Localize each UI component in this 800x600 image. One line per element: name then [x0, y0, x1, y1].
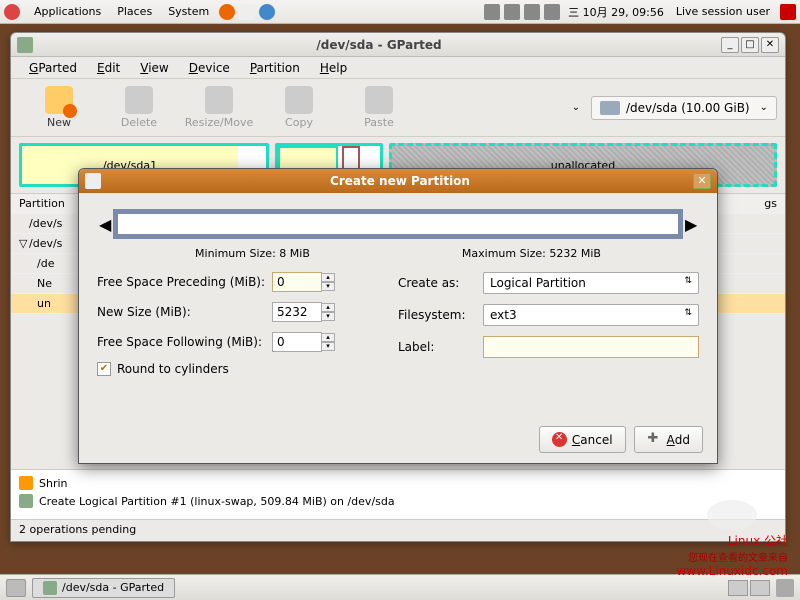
- menubar: GParted Edit View Device Partition Help: [11, 57, 785, 79]
- watermark: Linux 公社 您现在查看的文章来自 www.Linuxidc.com: [677, 500, 788, 578]
- following-label: Free Space Following (MiB):: [97, 335, 272, 349]
- round-checkbox[interactable]: ✔: [97, 362, 111, 376]
- min-size-label: Minimum Size: 8 MiB: [195, 247, 310, 260]
- places-menu[interactable]: Places: [109, 5, 160, 18]
- close-button[interactable]: ✕: [761, 37, 779, 53]
- hdd-icon: [600, 101, 620, 115]
- volume-icon[interactable]: [544, 4, 560, 20]
- create-op-icon: [19, 494, 33, 508]
- window-title: /dev/sda - GParted: [39, 38, 719, 52]
- delete-icon: [125, 86, 153, 114]
- window-icon: [17, 37, 33, 53]
- device-label: /dev/sda (10.00 GiB): [626, 101, 750, 115]
- slider-track[interactable]: [113, 209, 683, 239]
- dialog-titlebar[interactable]: Create new Partition ✕: [79, 169, 717, 193]
- chevron-updown-icon: ⇅: [684, 276, 692, 290]
- resize-button: Resize/Move: [179, 86, 259, 129]
- device-selector[interactable]: /dev/sda (10.00 GiB) ⌄: [591, 96, 777, 120]
- operation-row[interactable]: Create Logical Partition #1 (linux-swap,…: [19, 492, 777, 510]
- toolbar: New Delete Resize/Move Copy Paste ⌄ /dev…: [11, 79, 785, 137]
- system-menu[interactable]: System: [160, 5, 217, 18]
- show-desktop-button[interactable]: [6, 579, 26, 597]
- paste-icon: [365, 86, 393, 114]
- user-menu[interactable]: Live session user: [670, 5, 776, 18]
- firefox-icon[interactable]: [219, 4, 235, 20]
- gparted-icon: [43, 581, 57, 595]
- applications-menu[interactable]: Applications: [26, 5, 109, 18]
- following-input[interactable]: [272, 332, 322, 352]
- new-icon: [45, 86, 73, 114]
- menu-gparted[interactable]: GParted: [19, 61, 87, 75]
- mail-icon[interactable]: [239, 4, 255, 20]
- operation-row[interactable]: Shrin: [19, 474, 777, 492]
- newsize-input[interactable]: [272, 302, 322, 322]
- createas-label: Create as:: [398, 276, 483, 290]
- clock[interactable]: 三 10月 29, 09:56: [562, 4, 670, 20]
- dialog-title: Create new Partition: [107, 174, 693, 188]
- dialog-form: Free Space Preceding (MiB): ▴▾ New Size …: [79, 272, 717, 386]
- slider-handle-right[interactable]: ▶: [685, 215, 697, 234]
- cancel-icon: [552, 432, 567, 447]
- statusbar: 2 operations pending: [11, 519, 785, 541]
- filesystem-select[interactable]: ext3⇅: [483, 304, 699, 326]
- menu-device[interactable]: Device: [179, 61, 240, 75]
- label-input[interactable]: [483, 336, 699, 358]
- create-partition-dialog: Create new Partition ✕ ◀ ▶ Minimum Size:…: [78, 168, 718, 464]
- copy-button: Copy: [259, 86, 339, 129]
- following-spinner[interactable]: ▴▾: [321, 333, 335, 351]
- createas-select[interactable]: Logical Partition⇅: [483, 272, 699, 294]
- titlebar[interactable]: /dev/sda - GParted _ □ ✕: [11, 33, 785, 57]
- toolbar-dropdown[interactable]: ⌄: [567, 102, 585, 113]
- newsize-label: New Size (MiB):: [97, 305, 272, 319]
- preceding-input[interactable]: [272, 272, 322, 292]
- menu-edit[interactable]: Edit: [87, 61, 130, 75]
- disk-icon[interactable]: [504, 4, 520, 20]
- workspace-2[interactable]: [750, 580, 770, 596]
- add-icon: [647, 432, 662, 447]
- menu-help[interactable]: Help: [310, 61, 357, 75]
- preceding-label: Free Space Preceding (MiB):: [97, 275, 272, 289]
- resize-icon: [205, 86, 233, 114]
- power-icon[interactable]: [780, 4, 796, 20]
- printer-icon[interactable]: [484, 4, 500, 20]
- newsize-spinner[interactable]: ▴▾: [321, 303, 335, 321]
- top-panel: Applications Places System 三 10月 29, 09:…: [0, 0, 800, 24]
- minimize-button[interactable]: _: [721, 37, 739, 53]
- dialog-icon: [85, 173, 101, 189]
- cancel-button[interactable]: Cancel: [539, 426, 626, 453]
- max-size-label: Maximum Size: 5232 MiB: [462, 247, 601, 260]
- network-icon[interactable]: [524, 4, 540, 20]
- operations-pane: Shrin Create Logical Partition #1 (linux…: [11, 469, 785, 519]
- copy-icon: [285, 86, 313, 114]
- resize-op-icon: [19, 476, 33, 490]
- trash-icon[interactable]: [776, 579, 794, 597]
- menu-view[interactable]: View: [130, 61, 178, 75]
- dialog-buttons: Cancel Add: [539, 426, 703, 453]
- watermark-logo-icon: [707, 500, 757, 530]
- maximize-button[interactable]: □: [741, 37, 759, 53]
- size-slider: ◀ ▶: [99, 207, 697, 241]
- delete-button: Delete: [99, 86, 179, 129]
- chevron-down-icon: ⌄: [760, 102, 768, 113]
- filesystem-label: Filesystem:: [398, 308, 483, 322]
- label-label: Label:: [398, 340, 483, 354]
- add-button[interactable]: Add: [634, 426, 703, 453]
- menu-partition[interactable]: Partition: [240, 61, 310, 75]
- workspace-1[interactable]: [728, 580, 748, 596]
- paste-button: Paste: [339, 86, 419, 129]
- preceding-spinner[interactable]: ▴▾: [321, 273, 335, 291]
- slider-handle-left[interactable]: ◀: [99, 215, 111, 234]
- size-limits: Minimum Size: 8 MiB Maximum Size: 5232 M…: [119, 247, 677, 260]
- help-icon[interactable]: [259, 4, 275, 20]
- taskbar-item-gparted[interactable]: /dev/sda - GParted: [32, 578, 175, 598]
- new-button[interactable]: New: [19, 86, 99, 129]
- ubuntu-logo-icon[interactable]: [4, 4, 20, 20]
- chevron-updown-icon: ⇅: [684, 308, 692, 322]
- dialog-close-button[interactable]: ✕: [693, 173, 711, 189]
- round-label: Round to cylinders: [117, 362, 229, 376]
